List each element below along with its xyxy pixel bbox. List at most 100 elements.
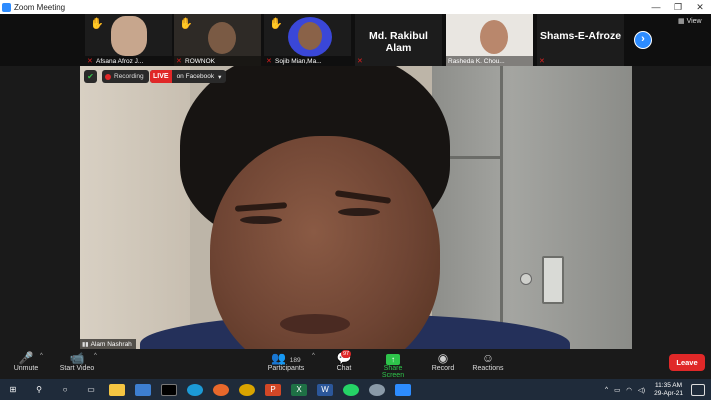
start-video-label: Start Video <box>59 365 95 372</box>
cabinet-knob <box>520 273 532 285</box>
excel-icon[interactable]: X <box>291 383 307 396</box>
participant-tile[interactable]: ✋ ✕ Afsana Afroz J... <box>85 14 172 66</box>
volume-icon[interactable]: ◁) <box>638 386 645 394</box>
wifi-icon[interactable]: ◠ <box>626 386 632 394</box>
powerpoint-icon[interactable]: P <box>265 383 281 396</box>
unmute-label: Unmute <box>13 365 39 372</box>
word-icon[interactable]: W <box>317 383 333 396</box>
task-view-icon[interactable]: ▭ <box>83 384 99 396</box>
cabinet-handle <box>542 256 564 304</box>
reactions-icon: ☺ <box>481 351 495 365</box>
share-screen-icon: ↑ <box>386 354 400 365</box>
terminal-icon[interactable] <box>161 383 177 396</box>
taskbar-clock[interactable]: 11:35 AM 29-Apr-21 <box>654 382 683 398</box>
mail-icon[interactable] <box>135 383 151 396</box>
raised-hand-icon: ✋ <box>179 18 193 30</box>
notifications-icon[interactable] <box>691 383 705 396</box>
view-label: View <box>686 18 702 25</box>
chrome-icon[interactable] <box>239 383 255 396</box>
reactions-button[interactable]: ☺ Reactions <box>471 351 505 372</box>
title-bar: Zoom Meeting — ❐ ✕ <box>0 0 711 14</box>
live-stream-indicator[interactable]: LIVE on Facebook ▾ <box>150 70 227 83</box>
participants-options-caret-icon[interactable]: ^ <box>312 353 315 359</box>
record-label: Record <box>431 365 455 372</box>
participant-video <box>111 16 147 56</box>
live-target: on Facebook <box>176 73 215 80</box>
window-title: Zoom Meeting <box>14 2 66 12</box>
leave-button[interactable]: Leave <box>669 354 705 371</box>
participants-label: Participants <box>267 365 305 372</box>
meeting-toolbar: 🎤 Unmute ^ 📹 Start Video ^ 👥 189 Partici… <box>0 349 711 379</box>
participant-name: Afsana Afroz J... <box>96 57 144 65</box>
recording-dot-icon <box>105 73 111 80</box>
background-cabinet <box>432 66 632 349</box>
mic-off-icon: 🎤 <box>18 351 34 365</box>
participant-video <box>480 20 508 54</box>
edge-browser-icon[interactable] <box>187 383 203 396</box>
security-shield-icon[interactable]: ✔ <box>84 70 97 83</box>
participant-name: Sojib Mian,Ma... <box>275 57 322 65</box>
app-icon[interactable] <box>369 383 385 396</box>
record-button[interactable]: ◉ Record <box>430 351 456 372</box>
whatsapp-icon[interactable] <box>343 383 359 396</box>
windows-taskbar: ⊞ ⚲ ○ ▭ P X W ^ ▭ ◠ ◁) 11:35 AM 29-Apr-2… <box>0 379 711 400</box>
chat-button[interactable]: 💬 97 Chat <box>333 350 355 372</box>
tray-chevron-icon[interactable]: ^ <box>605 386 608 393</box>
mic-muted-icon: ✕ <box>266 57 272 65</box>
signal-bars-icon: ▮▮ <box>82 341 89 348</box>
file-explorer-icon[interactable] <box>109 383 125 396</box>
speaker-name: Alam Nashrah <box>90 340 132 348</box>
cabinet-seam <box>500 66 503 349</box>
next-page-arrow-icon[interactable]: › <box>634 31 652 49</box>
participant-name: ROWNOK <box>185 57 215 65</box>
chat-unread-badge: 97 <box>341 350 352 358</box>
zoom-app-icon <box>2 2 11 12</box>
unmute-button[interactable]: 🎤 Unmute <box>12 351 40 372</box>
share-screen-label: Share Screen <box>381 365 405 379</box>
mic-muted-icon: ✕ <box>539 57 545 65</box>
participant-video <box>208 22 236 54</box>
maximize-button[interactable]: ❐ <box>667 0 689 14</box>
battery-icon[interactable]: ▭ <box>614 386 620 394</box>
speaker-eye <box>338 208 380 216</box>
firefox-icon[interactable] <box>213 383 229 396</box>
mic-muted-icon: ✕ <box>176 57 182 65</box>
close-button[interactable]: ✕ <box>689 0 711 14</box>
minimize-button[interactable]: — <box>645 0 667 14</box>
cortana-circle-icon[interactable]: ○ <box>57 384 73 396</box>
record-icon: ◉ <box>437 351 449 365</box>
participant-tile[interactable]: Shams-E-Afroze ✕ <box>537 14 624 66</box>
participant-name: Rasheda K. Chou... <box>448 57 505 65</box>
recording-indicator[interactable]: Recording <box>102 70 149 83</box>
recording-label: Recording <box>114 73 144 80</box>
system-tray: ^ ▭ ◠ ◁) 11:35 AM 29-Apr-21 <box>602 379 711 400</box>
video-options-caret-icon[interactable]: ^ <box>94 353 97 359</box>
clock-time: 11:35 AM <box>655 381 683 389</box>
participant-tile[interactable]: ✋ ✕ Sojib Mian,Ma... <box>264 14 351 66</box>
speaker-eye <box>240 216 282 224</box>
participant-tile[interactable]: Rasheda K. Chou... <box>446 14 533 66</box>
mic-muted-icon: ✕ <box>357 57 363 65</box>
speaker-name-label: ▮▮ Alam Nashrah <box>80 339 136 349</box>
background-wall <box>80 66 190 349</box>
active-speaker-video[interactable]: ✔ Recording LIVE on Facebook ▾ ▮▮ Alam N… <box>80 66 632 349</box>
windows-start-icon[interactable]: ⊞ <box>5 384 21 396</box>
participants-button[interactable]: 👥 189 Participants <box>266 351 306 372</box>
reactions-label: Reactions <box>472 365 504 372</box>
participant-tile[interactable]: Md. Rakibul Alam ✕ <box>355 14 442 66</box>
participant-tile[interactable]: ✋ ✕ ROWNOK <box>174 14 261 66</box>
zoom-taskbar-icon[interactable] <box>395 383 411 396</box>
speaker-mouth <box>280 314 350 334</box>
view-button[interactable]: ▦ View <box>678 17 702 25</box>
chevron-down-icon: ▾ <box>218 73 222 81</box>
participant-name: Md. Rakibul Alam <box>369 30 428 54</box>
share-screen-button[interactable]: ↑ Share Screen <box>372 351 414 379</box>
start-video-button[interactable]: 📹 Start Video <box>58 351 96 372</box>
participant-name: Shams-E-Afroze <box>539 30 622 42</box>
audio-options-caret-icon[interactable]: ^ <box>40 353 43 359</box>
mic-muted-icon: ✕ <box>87 57 93 65</box>
active-speaker-stage: ✔ Recording LIVE on Facebook ▾ ▮▮ Alam N… <box>0 66 711 349</box>
participant-count: 189 <box>289 357 301 364</box>
search-icon[interactable]: ⚲ <box>31 384 47 396</box>
raised-hand-icon: ✋ <box>269 18 283 30</box>
